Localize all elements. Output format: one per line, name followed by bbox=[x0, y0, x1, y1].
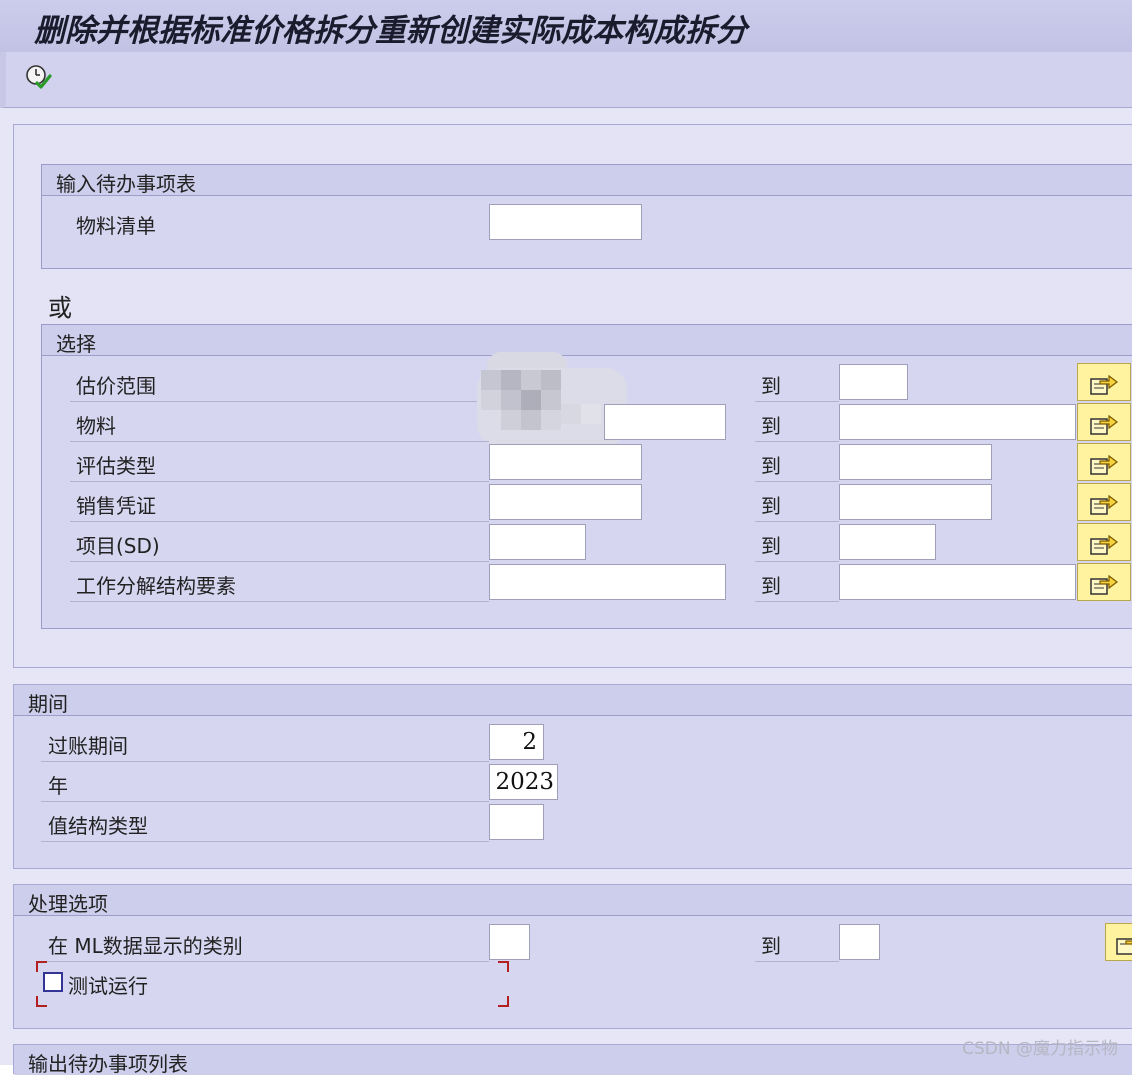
to-label: 到 bbox=[761, 494, 781, 518]
multiple-selection-button[interactable] bbox=[1077, 523, 1131, 561]
multiple-selection-icon bbox=[1116, 938, 1132, 955]
year-label: 年 bbox=[48, 774, 68, 798]
row-divider bbox=[41, 961, 489, 962]
row-divider bbox=[755, 521, 839, 522]
focus-frame-corner bbox=[36, 996, 47, 1007]
row-divider bbox=[70, 601, 489, 602]
material-from-input[interactable] bbox=[604, 404, 726, 440]
multiple-selection-button[interactable] bbox=[1105, 923, 1132, 961]
or-label: 或 bbox=[48, 294, 72, 322]
row-divider bbox=[41, 761, 489, 762]
row-divider bbox=[70, 481, 489, 482]
test-run-label[interactable]: 测试运行 bbox=[68, 970, 148, 999]
output-worklist-title: 输出待办事项列表 bbox=[28, 1052, 188, 1076]
row-divider bbox=[755, 961, 839, 962]
multiple-selection-button[interactable] bbox=[1077, 403, 1131, 441]
to-label: 到 bbox=[761, 534, 781, 558]
wbs-element-from-input[interactable] bbox=[489, 564, 726, 600]
multiple-selection-button[interactable] bbox=[1077, 363, 1131, 401]
to-label: 到 bbox=[761, 414, 781, 438]
row-divider bbox=[41, 841, 489, 842]
year-input[interactable] bbox=[489, 764, 558, 800]
posting-period-label: 过账期间 bbox=[48, 734, 128, 758]
period-group-title: 期间 bbox=[28, 692, 68, 716]
multiple-selection-icon bbox=[1090, 494, 1118, 515]
ml-category-label: 在 ML数据显示的类别 bbox=[48, 934, 243, 958]
multiple-selection-icon bbox=[1090, 414, 1118, 435]
worklist-group-header: 输入待办事项表 bbox=[42, 165, 1132, 196]
ml-category-to-input[interactable] bbox=[839, 924, 880, 960]
execute-icon[interactable] bbox=[24, 63, 54, 93]
value-type-input[interactable] bbox=[489, 804, 544, 840]
processing-options-title: 处理选项 bbox=[28, 892, 108, 916]
valuation-area-label: 估价范围 bbox=[76, 374, 156, 398]
sd-item-to-input[interactable] bbox=[839, 524, 936, 560]
ml-category-from-input[interactable] bbox=[489, 924, 530, 960]
multiple-selection-button[interactable] bbox=[1077, 483, 1131, 521]
row-divider bbox=[755, 481, 839, 482]
row-divider bbox=[755, 401, 839, 402]
valuation-area-to-input[interactable] bbox=[839, 364, 908, 400]
multiple-selection-icon bbox=[1090, 534, 1118, 555]
material-to-input[interactable] bbox=[839, 404, 1076, 440]
focus-frame-corner bbox=[36, 961, 47, 972]
page-title: 删除并根据标准价格拆分重新创建实际成本构成拆分 bbox=[34, 13, 747, 49]
valuation-type-from-input[interactable] bbox=[489, 444, 642, 480]
row-divider bbox=[70, 521, 489, 522]
multiple-selection-button[interactable] bbox=[1077, 563, 1131, 601]
wbs-element-to-input[interactable] bbox=[839, 564, 1076, 600]
multiple-selection-button[interactable] bbox=[1077, 443, 1131, 481]
bom-input[interactable] bbox=[489, 204, 642, 240]
worklist-group-title: 输入待办事项表 bbox=[56, 172, 196, 196]
multiple-selection-icon bbox=[1090, 574, 1118, 595]
focus-frame-corner bbox=[498, 961, 509, 972]
period-group-header: 期间 bbox=[14, 685, 1132, 716]
sales-document-from-input[interactable] bbox=[489, 484, 642, 520]
row-divider bbox=[70, 441, 489, 442]
multiple-selection-icon bbox=[1090, 454, 1118, 475]
test-run-checkbox[interactable] bbox=[43, 972, 63, 992]
row-divider bbox=[41, 801, 489, 802]
processing-options-header: 处理选项 bbox=[14, 885, 1132, 916]
application-toolbar bbox=[0, 52, 1132, 108]
bom-label: 物料清单 bbox=[76, 214, 156, 238]
to-label: 到 bbox=[761, 454, 781, 478]
value-type-label: 值结构类型 bbox=[48, 814, 148, 838]
valuation-type-label: 评估类型 bbox=[76, 454, 156, 478]
posting-period-input[interactable] bbox=[489, 724, 544, 760]
title-bar: 删除并根据标准价格拆分重新创建实际成本构成拆分 bbox=[0, 0, 1132, 53]
selection-group-title: 选择 bbox=[56, 332, 96, 356]
row-divider bbox=[755, 561, 839, 562]
wbs-element-label: 工作分解结构要素 bbox=[76, 574, 236, 598]
sales-document-label: 销售凭证 bbox=[76, 494, 156, 518]
watermark: CSDN @魔力指示物 bbox=[962, 1039, 1118, 1059]
to-label: 到 bbox=[761, 374, 781, 398]
sales-document-to-input[interactable] bbox=[839, 484, 992, 520]
row-divider bbox=[755, 441, 839, 442]
multiple-selection-icon bbox=[1090, 374, 1118, 395]
to-label: 到 bbox=[761, 934, 781, 958]
focus-frame-corner bbox=[498, 996, 509, 1007]
row-divider bbox=[70, 401, 489, 402]
to-label: 到 bbox=[761, 574, 781, 598]
sd-item-label: 项目(SD) bbox=[76, 534, 160, 558]
material-label: 物料 bbox=[76, 414, 116, 438]
row-divider bbox=[70, 561, 489, 562]
row-divider bbox=[755, 601, 839, 602]
sd-item-from-input[interactable] bbox=[489, 524, 586, 560]
valuation-type-to-input[interactable] bbox=[839, 444, 992, 480]
